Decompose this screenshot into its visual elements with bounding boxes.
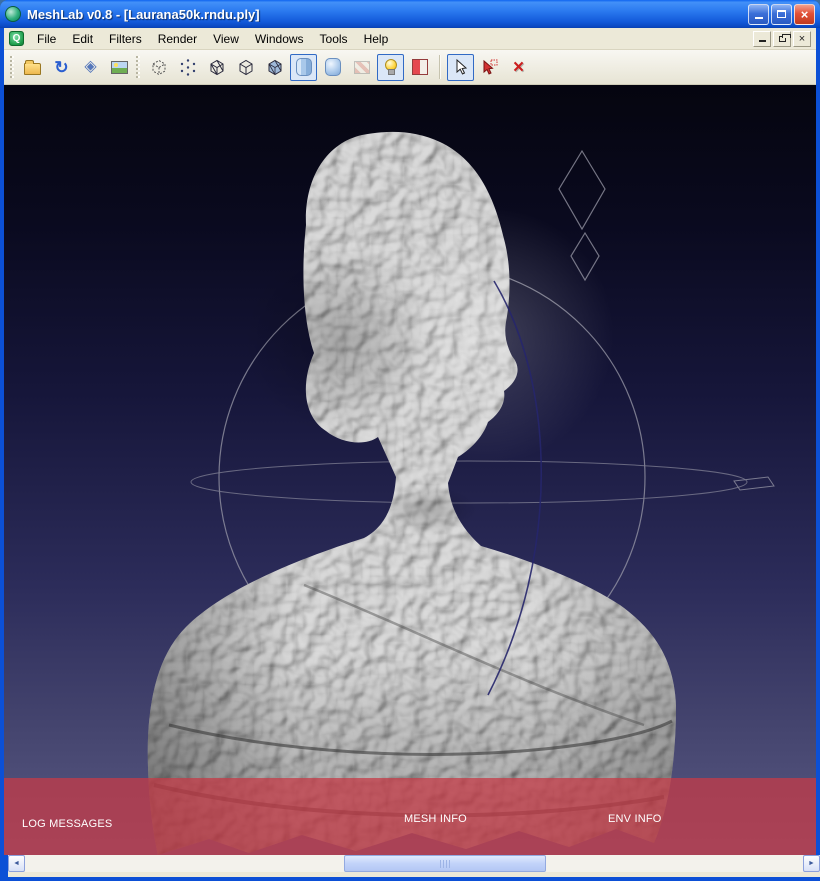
menu-edit[interactable]: Edit [64, 29, 101, 49]
select-faces-icon [480, 57, 500, 77]
bbox-cube-icon [149, 57, 169, 77]
menu-filters[interactable]: Filters [101, 29, 150, 49]
select-faces-button[interactable] [476, 54, 503, 81]
scrollbar-track[interactable] [25, 855, 803, 872]
scrollbar-thumb[interactable] [344, 855, 546, 872]
wireframe-cube-icon [207, 57, 227, 77]
toolbar-separator [439, 55, 441, 79]
mdi-window-controls: × [753, 31, 813, 47]
menu-tools[interactable]: Tools [312, 29, 356, 49]
flat-render-button[interactable] [290, 54, 317, 81]
mdi-minimize-button[interactable] [753, 31, 771, 47]
status-strip [8, 872, 820, 877]
smooth-render-button[interactable] [319, 54, 346, 81]
wireframe-render-button[interactable] [203, 54, 230, 81]
fancy-lighting-button[interactable] [406, 54, 433, 81]
bbox-render-button[interactable] [145, 54, 172, 81]
menu-view[interactable]: View [205, 29, 247, 49]
window-title: MeshLab v0.8 - [Laurana50k.rndu.ply] [27, 7, 748, 22]
minimize-button[interactable] [748, 4, 769, 25]
laurana-bust-mesh [148, 132, 676, 855]
toolbar-handle[interactable] [10, 56, 14, 78]
mdi-minimize-icon [759, 36, 766, 42]
open-folder-icon [24, 63, 41, 75]
maximize-button[interactable] [771, 4, 792, 25]
mdi-close-button[interactable]: × [793, 31, 811, 47]
light-bulb-icon [385, 59, 397, 71]
window-controls: × [748, 4, 815, 25]
hidden-lines-render-button[interactable] [232, 54, 259, 81]
points-render-button[interactable] [174, 54, 201, 81]
save-mesh-button[interactable]: ◈ [77, 54, 104, 81]
snapshot-button[interactable] [106, 54, 133, 81]
delete-x-icon: × [513, 58, 524, 77]
meshlab-logo-icon [5, 6, 21, 22]
delete-faces-button[interactable]: × [505, 54, 532, 81]
edit-pointer-button[interactable] [447, 54, 474, 81]
open-project-button[interactable] [19, 54, 46, 81]
document-icon[interactable]: Q [9, 31, 24, 46]
log-messages-panel: LOG MESSAGES [22, 792, 112, 855]
flat-lines-cube-icon [265, 57, 285, 77]
mesh-info-title: MESH INFO [404, 813, 483, 826]
mdi-restore-button[interactable] [773, 31, 791, 47]
minimize-icon [755, 11, 763, 19]
mdi-restore-icon [779, 36, 786, 42]
env-info-panel: ENV INFO FOV: 60 FPS: 66.7 [608, 787, 665, 855]
titlebar[interactable]: MeshLab v0.8 - [Laurana50k.rndu.ply] × [0, 0, 820, 28]
texture-render-button [348, 54, 375, 81]
mesh-info-panel: MESH INFO Vertices: 27861 Faces: 49954 [404, 787, 483, 855]
main-toolbar: ↻ ◈ [4, 50, 816, 85]
env-info-title: ENV INFO [608, 813, 665, 826]
smooth-shading-icon [325, 58, 341, 76]
flat-shading-icon [296, 58, 312, 76]
lighting-toggle-button[interactable] [377, 54, 404, 81]
horizontal-scrollbar[interactable]: ◄ ► [8, 855, 820, 872]
info-overlay: LOG MESSAGES MESH INFO Vertices: 27861 F… [4, 778, 816, 855]
maximize-icon [777, 10, 786, 18]
toolbar-handle[interactable] [136, 56, 140, 78]
scroll-left-button[interactable]: ◄ [8, 855, 25, 872]
points-icon [178, 57, 198, 77]
meshlab-window: MeshLab v0.8 - [Laurana50k.rndu.ply] × Q… [0, 0, 820, 881]
texture-icon [354, 61, 370, 74]
log-messages-title: LOG MESSAGES [22, 818, 112, 831]
menu-windows[interactable]: Windows [247, 29, 312, 49]
cursor-arrow-icon [451, 57, 471, 77]
menu-help[interactable]: Help [356, 29, 397, 49]
reload-mesh-button[interactable]: ↻ [48, 54, 75, 81]
flat-lines-render-button[interactable] [261, 54, 288, 81]
menubar: Q File Edit Filters Render View Windows … [4, 28, 816, 50]
close-button[interactable]: × [794, 4, 815, 25]
scroll-right-button[interactable]: ► [803, 855, 820, 872]
save-icon: ◈ [84, 59, 96, 75]
mesh-canvas [4, 85, 816, 855]
hidden-lines-cube-icon [236, 57, 256, 77]
snapshot-icon [111, 61, 128, 74]
menu-file[interactable]: File [29, 29, 64, 49]
reload-icon: ↻ [54, 59, 68, 76]
fancy-lighting-icon [412, 59, 428, 75]
3d-viewport[interactable]: LOG MESSAGES MESH INFO Vertices: 27861 F… [4, 85, 816, 855]
menu-render[interactable]: Render [150, 29, 205, 49]
